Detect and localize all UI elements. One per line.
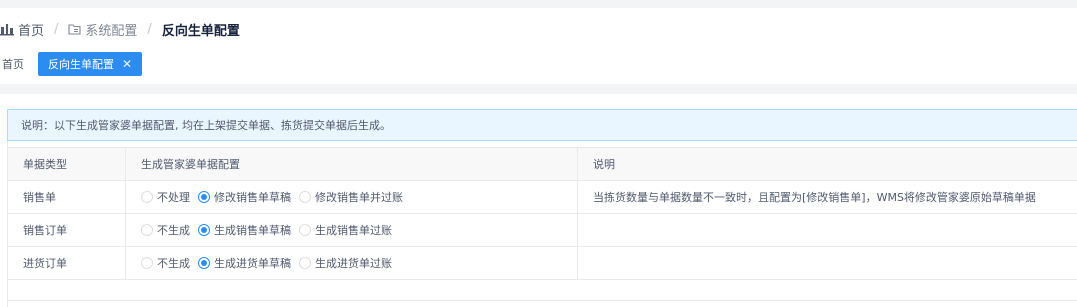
radio-option[interactable]: 不生成	[141, 222, 190, 238]
home-icon	[0, 22, 14, 36]
breadcrumb-home-label[interactable]: 首页	[18, 20, 44, 39]
column-header-desc: 说明	[577, 147, 1077, 181]
radio-option[interactable]: 生成进货单草稿	[198, 255, 291, 271]
radio-group: 不生成 生成销售单草稿 生成销售单过账	[141, 222, 577, 238]
breadcrumb-home[interactable]: 首页	[0, 20, 44, 39]
radio-label: 不生成	[157, 257, 190, 270]
radio-label: 不生成	[157, 224, 190, 237]
breadcrumb-separator: /	[54, 21, 59, 37]
radio-option[interactable]: 修改销售单并过账	[299, 189, 403, 205]
radio-label: 生成进货单草稿	[214, 257, 291, 270]
close-icon[interactable]: ✕	[122, 57, 132, 71]
row-type: 销售单	[7, 180, 126, 214]
row-config: 不生成 生成销售单草稿 生成销售单过账	[125, 213, 578, 247]
radio-label: 生成销售单草稿	[214, 224, 291, 237]
radio-option[interactable]: 不生成	[141, 255, 190, 271]
radio-button[interactable]	[299, 191, 311, 203]
breadcrumb-section[interactable]: 系统配置	[68, 20, 137, 39]
radio-group: 不生成 生成进货单草稿 生成进货单过账	[141, 255, 577, 271]
breadcrumb-section-label[interactable]: 系统配置	[85, 20, 137, 39]
table-bottom-border	[7, 300, 1077, 301]
breadcrumb: 首页 / 系统配置 / 反向生单配置	[0, 20, 240, 39]
tab-bar: 首页 反向生单配置 ✕	[0, 52, 143, 76]
row-type: 进货订单	[7, 246, 126, 280]
column-header-type: 单据类型	[7, 147, 126, 181]
tab-home[interactable]: 首页	[0, 56, 38, 72]
radio-button-checked[interactable]	[198, 257, 210, 269]
radio-button-checked[interactable]	[198, 191, 210, 203]
breadcrumb-current: 反向生单配置	[161, 23, 240, 39]
row-config: 不生成 生成进货单草稿 生成进货单过账	[125, 246, 578, 280]
row-config: 不处理 修改销售单草稿 修改销售单并过账	[125, 180, 578, 214]
tab-reverse-order-config[interactable]: 反向生单配置 ✕	[38, 52, 143, 76]
radio-label: 修改销售单草稿	[214, 191, 291, 204]
radio-label: 修改销售单并过账	[315, 191, 403, 204]
content-separator	[0, 84, 1077, 94]
table-header-row: 单据类型 生成管家婆单据配置 说明	[7, 147, 1077, 181]
radio-option[interactable]: 生成进货单过账	[299, 255, 392, 271]
table-row: 销售订单 不生成 生成销售单草稿 生成销售单过账	[7, 213, 1077, 247]
radio-label: 生成进货单过账	[315, 257, 392, 270]
config-table: 单据类型 生成管家婆单据配置 说明 销售单 不处理 修改销售单草稿 修改销售单并…	[7, 147, 1077, 280]
table-row: 销售单 不处理 修改销售单草稿 修改销售单并过账 当拣货数量与单据数量不一致时，…	[7, 180, 1077, 214]
row-desc	[577, 213, 1077, 247]
radio-group: 不处理 修改销售单草稿 修改销售单并过账	[141, 189, 577, 205]
tab-active-label: 反向生单配置	[48, 58, 114, 71]
column-header-config: 生成管家婆单据配置	[125, 147, 578, 181]
radio-option[interactable]: 生成销售单草稿	[198, 222, 291, 238]
radio-option[interactable]: 修改销售单草稿	[198, 189, 291, 205]
table-row: 进货订单 不生成 生成进货单草稿 生成进货单过账	[7, 246, 1077, 280]
folder-icon	[68, 23, 81, 35]
radio-option[interactable]: 生成销售单过账	[299, 222, 392, 238]
notice-text: 说明：以下生成管家婆单据配置, 均在上架提交单据、拣货提交单据后生成。	[21, 119, 391, 132]
row-desc	[577, 246, 1077, 280]
radio-button[interactable]	[141, 191, 153, 203]
radio-button-checked[interactable]	[198, 224, 210, 236]
row-desc: 当拣货数量与单据数量不一致时，且配置为[修改销售单]，WMS将修改管家婆原始草稿…	[577, 180, 1077, 214]
radio-button[interactable]	[299, 224, 311, 236]
table-left-border	[7, 141, 8, 307]
info-notice: 说明：以下生成管家婆单据配置, 均在上架提交单据、拣货提交单据后生成。	[7, 109, 1077, 141]
radio-button[interactable]	[141, 257, 153, 269]
top-band	[0, 0, 1077, 8]
radio-button[interactable]	[141, 224, 153, 236]
breadcrumb-separator: /	[147, 21, 152, 37]
radio-label: 生成销售单过账	[315, 224, 392, 237]
row-type: 销售订单	[7, 213, 126, 247]
radio-button[interactable]	[299, 257, 311, 269]
radio-option[interactable]: 不处理	[141, 189, 190, 205]
radio-label: 不处理	[157, 191, 190, 204]
